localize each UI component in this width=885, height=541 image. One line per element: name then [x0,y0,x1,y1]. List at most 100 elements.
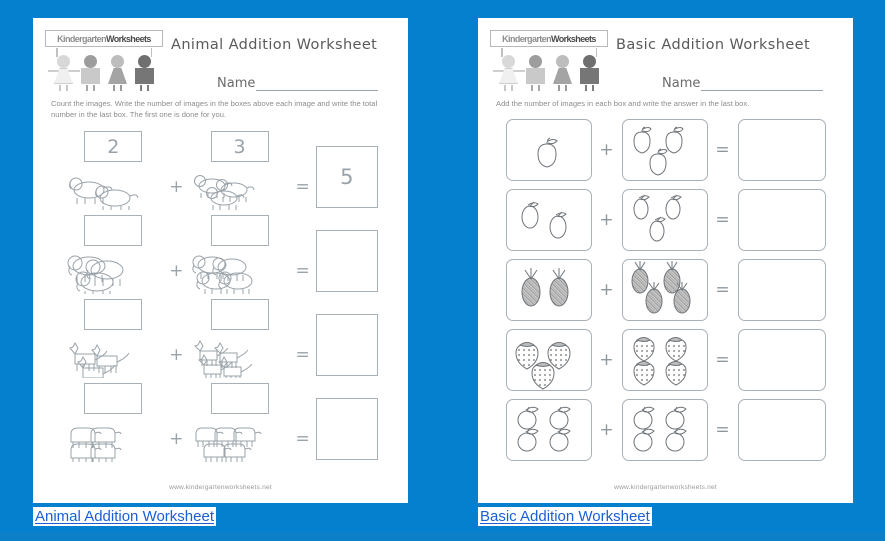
equals-sign: = [715,210,730,230]
problem-rows: 2 + 3 = 5 + = + = + = [45,126,396,462]
count-input-box[interactable] [84,215,143,246]
addend-group-left [63,215,163,294]
equals-sign: = [715,350,730,370]
count-input-box[interactable] [84,383,143,414]
answer-input-box[interactable]: 5 [315,146,378,208]
problem-row: + = [45,378,396,462]
addend-group-left [63,383,163,462]
equals-sign: = [715,280,730,300]
elephant-illustration-group [190,248,290,294]
count-input-box[interactable]: 2 [84,131,143,162]
answer-input-box[interactable] [737,329,826,391]
logo-word-kindergarten: Kindergarten [502,33,551,44]
kindergarten-worksheets-logo: Kindergarten Worksheets [45,28,163,91]
worksheet-footer-url: www.kindergartenworksheets.net [169,484,272,491]
problem-row: + = [45,210,396,294]
worksheet-page: Kindergarten Worksheets Animal Addition W… [33,18,408,503]
equals-sign: = [715,420,730,440]
plus-sign: + [169,261,184,281]
count-input-box[interactable]: 3 [210,131,269,162]
plus-sign: + [169,429,184,449]
problem-row: + = [45,294,396,378]
name-label: Name [662,76,701,91]
plus-sign: + [599,210,614,230]
worksheet-page: Kindergarten Worksheets Basic Addition Wo… [478,18,853,503]
hippo-illustration-group [190,416,290,462]
dog-illustration-group [190,164,290,210]
caption-row: Animal Addition Worksheet [33,507,408,526]
worksheet-instructions: Count the images. Write the number of im… [51,99,378,119]
lemon-group-box-right[interactable] [621,189,708,251]
answer-input-box[interactable] [737,119,826,181]
plus-sign: + [169,345,184,365]
equals-sign: = [715,140,730,160]
logo-children-icon [45,55,163,91]
equals-sign: = [295,345,310,365]
answer-input-box[interactable] [315,230,378,292]
logo-word-worksheets: Worksheets [550,33,596,44]
count-input-box[interactable] [84,299,143,330]
apple-group-box-left[interactable] [505,119,592,181]
addend-group-left [63,299,163,378]
worksheet-instructions: Add the number of images in each box and… [496,99,750,108]
name-label: Name [217,76,256,91]
equals-sign: = [295,429,310,449]
caption-row: Basic Addition Worksheet [478,507,853,526]
pineapple-group-box-left[interactable] [505,259,592,321]
worksheet-caption-link[interactable]: Basic Addition Worksheet [478,507,652,526]
answer-input-box[interactable] [315,314,378,376]
plus-sign: + [599,350,614,370]
name-field-row: Name [171,76,396,91]
logo-sign: Kindergarten Worksheets [45,30,163,57]
orange-group-box-right[interactable] [621,399,708,461]
name-write-line[interactable] [701,79,824,91]
worksheet-card-animal-addition[interactable]: Kindergarten Worksheets Animal Addition W… [33,18,408,526]
orange-group-box-left[interactable] [505,399,592,461]
plus-sign: + [599,280,614,300]
apple-group-box-right[interactable] [621,119,708,181]
problem-row: + = [490,325,841,395]
strawberry-group-box-left[interactable] [505,329,592,391]
count-input-box[interactable] [210,299,269,330]
logo-children-icon [490,55,608,91]
dog-illustration-group [63,164,163,210]
problem-rows: + = + = + = + = + = [490,115,841,465]
problem-row: + = [490,255,841,325]
equals-sign: = [295,177,310,197]
answer-input-box[interactable] [737,259,826,321]
elephant-illustration-group [63,248,163,294]
logo-word-worksheets: Worksheets [105,33,151,44]
problem-row: + = [490,115,841,185]
fox-illustration-group [63,332,163,378]
addend-group-right [190,215,290,294]
answer-input-box[interactable] [737,399,826,461]
name-write-line[interactable] [256,79,379,91]
answer-input-box[interactable] [737,189,826,251]
worksheet-footer-url: www.kindergartenworksheets.net [614,484,717,491]
count-input-box[interactable] [210,383,269,414]
addend-group-right [190,383,290,462]
fox-illustration-group [190,332,290,378]
problem-row: + = [490,185,841,255]
addend-group-left: 2 [63,131,163,210]
plus-sign: + [599,140,614,160]
plus-sign: + [599,420,614,440]
problem-row: + = [490,395,841,465]
plus-sign: + [169,177,184,197]
lemon-group-box-left[interactable] [505,189,592,251]
pineapple-group-box-right[interactable] [621,259,708,321]
worksheet-title: Basic Addition Worksheet [616,37,811,53]
kindergarten-worksheets-logo: Kindergarten Worksheets [490,28,608,91]
addend-group-right [190,299,290,378]
name-field-row: Name [616,76,841,91]
logo-word-kindergarten: Kindergarten [57,33,106,44]
hippo-illustration-group [63,416,163,462]
worksheet-card-basic-addition[interactable]: Kindergarten Worksheets Basic Addition Wo… [478,18,853,526]
problem-row: 2 + 3 = 5 [45,126,396,210]
strawberry-group-box-right[interactable] [621,329,708,391]
worksheet-header: Kindergarten Worksheets Basic Addition Wo… [490,28,841,91]
count-input-box[interactable] [210,215,269,246]
answer-input-box[interactable] [315,398,378,460]
worksheet-title: Animal Addition Worksheet [171,37,378,53]
worksheet-caption-link[interactable]: Animal Addition Worksheet [33,507,216,526]
